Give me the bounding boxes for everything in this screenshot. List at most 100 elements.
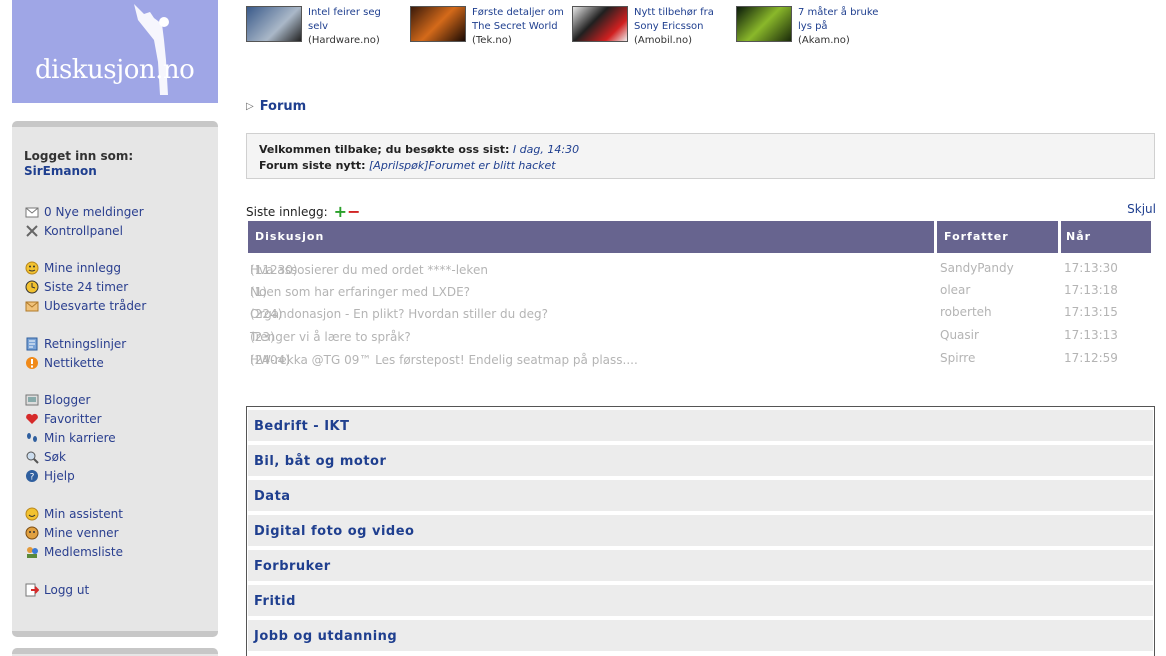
- nav-netiquette[interactable]: Nettikette: [24, 354, 104, 372]
- category-item[interactable]: Fritid: [248, 585, 1153, 617]
- collapse-minus-icon[interactable]: −: [347, 202, 360, 221]
- category-item[interactable]: Digital foto og video: [248, 515, 1153, 547]
- nav-label: Ubesvarte tråder: [44, 299, 147, 313]
- forum-news-link[interactable]: [Aprilspøk]Forumet er blitt hacket: [369, 159, 556, 172]
- news-title[interactable]: Første detaljer om The Secret World: [472, 7, 564, 32]
- category-item[interactable]: Data: [248, 480, 1153, 512]
- nav-label: Logg ut: [44, 583, 90, 597]
- table-row[interactable]: Noen som har erfaringer med LXDE? (1) ol…: [248, 281, 1151, 299]
- nav-control-panel[interactable]: Kontrollpanel: [24, 222, 123, 240]
- nav-logout[interactable]: Logg ut: [24, 581, 89, 599]
- blog-icon: [24, 392, 40, 408]
- latest-table-header: Diskusjon Forfatter Når: [248, 221, 1151, 253]
- mail-icon: [24, 204, 40, 220]
- nav-label: 0 Nye meldinger: [44, 205, 144, 219]
- column-header-when: Når: [1066, 230, 1092, 243]
- nav-label: Min karriere: [44, 431, 116, 445]
- thread-time: 17:13:13: [1064, 328, 1118, 342]
- nav-label: Mine venner: [44, 526, 119, 540]
- nav-help[interactable]: ? Hjelp: [24, 467, 75, 485]
- nav-search[interactable]: Søk: [24, 448, 66, 466]
- table-row[interactable]: HW-rekka @TG 09™ Les førstepost! Endelig…: [248, 349, 1151, 367]
- nav-favorites[interactable]: Favoritter: [24, 410, 102, 428]
- table-row[interactable]: Organdonasjon - En plikt? Hvordan stille…: [248, 303, 1151, 321]
- nav-label: Min assistent: [44, 507, 123, 521]
- column-divider: [934, 221, 937, 253]
- nav-blogs[interactable]: Blogger: [24, 391, 90, 409]
- column-header-discussion: Diskusjon: [255, 230, 325, 243]
- thread-author[interactable]: SandyPandy: [940, 261, 1014, 275]
- category-item[interactable]: Jobb og utdanning: [248, 620, 1153, 652]
- table-row[interactable]: Trenger vi å lære to språk? (23) Quasir …: [248, 326, 1151, 344]
- envelope-icon: [24, 298, 40, 314]
- thread-author[interactable]: Quasir: [940, 328, 979, 342]
- news-source: (Hardware.no): [308, 35, 380, 46]
- nav-label: Mine innlegg: [44, 261, 121, 275]
- logo-text: diskusjon.no: [35, 55, 195, 85]
- thread-author[interactable]: olear: [940, 283, 970, 297]
- column-divider: [1058, 221, 1061, 253]
- heart-icon: [24, 411, 40, 427]
- news-source: (Amobil.no): [634, 35, 693, 46]
- breadcrumb[interactable]: ▷ Forum: [246, 99, 306, 114]
- welcome-label: Velkommen tilbake; du besøkte oss sist:: [259, 143, 510, 156]
- nav-unanswered[interactable]: Ubesvarte tråder: [24, 297, 146, 315]
- reply-count: (23): [250, 330, 275, 344]
- nav-assistant[interactable]: Min assistent: [24, 505, 123, 523]
- table-row[interactable]: Hva assosierer du med ordet ****-leken (…: [248, 259, 1151, 277]
- nav-label: Hjelp: [44, 469, 75, 483]
- nav-label: Siste 24 timer: [44, 280, 129, 294]
- nav-last-24h[interactable]: Siste 24 timer: [24, 278, 128, 296]
- nav-my-posts[interactable]: Mine innlegg: [24, 259, 121, 277]
- sidebar-panel-secondary: [12, 648, 218, 656]
- rules-icon: [24, 336, 40, 352]
- category-item[interactable]: Forbruker: [248, 550, 1153, 582]
- sidebar-panel: Logget inn som: SirEmanon 0 Nye meldinge…: [12, 121, 218, 637]
- nav-label: Favoritter: [44, 412, 102, 426]
- magnifier-icon: [24, 449, 40, 465]
- news-thumbnail[interactable]: [572, 6, 628, 42]
- nav-friends[interactable]: Mine venner: [24, 524, 119, 542]
- login-username[interactable]: SirEmanon: [24, 164, 97, 178]
- news-title[interactable]: 7 måter å bruke lys på: [798, 7, 878, 32]
- logout-icon: [24, 582, 40, 598]
- hide-link[interactable]: Skjul: [1127, 202, 1156, 216]
- reply-count: (1): [250, 285, 267, 299]
- news-source: (Akam.no): [798, 35, 850, 46]
- last-visit-time: I dag, 14:30: [512, 143, 580, 156]
- nav-career[interactable]: Min karriere: [24, 429, 116, 447]
- news-title[interactable]: Intel feirer seg selv: [308, 7, 381, 32]
- latest-posts-label: Siste innlegg:: [246, 204, 328, 219]
- svg-text:?: ?: [30, 473, 35, 483]
- site-logo[interactable]: diskusjon.no: [12, 0, 218, 103]
- login-label: Logget inn som:: [24, 149, 134, 163]
- expand-plus-icon[interactable]: +: [334, 202, 347, 221]
- thread-title[interactable]: Noen som har erfaringer med LXDE?: [250, 285, 470, 299]
- triangle-right-icon: ▷: [246, 101, 254, 112]
- nav-rules[interactable]: Retningslinjer: [24, 335, 126, 353]
- breadcrumb-forum[interactable]: Forum: [260, 99, 307, 114]
- tools-icon: [24, 223, 40, 239]
- news-title[interactable]: Nytt tilbehør fra Sony Ericsson: [634, 7, 714, 32]
- thread-title[interactable]: Organdonasjon - En plikt? Hvordan stille…: [250, 307, 548, 321]
- category-item[interactable]: Bedrift - IKT: [248, 410, 1153, 442]
- news-item[interactable]: 7 måter å bruke lys på (Akam.no): [736, 6, 894, 66]
- news-item[interactable]: Intel feirer seg selv (Hardware.no): [246, 6, 404, 66]
- assistant-icon: [24, 506, 40, 522]
- thread-title[interactable]: HW-rekka @TG 09™ Les førstepost! Endelig…: [250, 353, 638, 367]
- news-thumbnail[interactable]: [736, 6, 792, 42]
- reply-count: (2404): [250, 353, 290, 367]
- news-thumbnail[interactable]: [410, 6, 466, 42]
- nav-new-messages[interactable]: 0 Nye meldinger: [24, 203, 144, 221]
- help-icon: ?: [24, 468, 40, 484]
- thread-author[interactable]: roberteh: [940, 305, 992, 319]
- news-item[interactable]: Første detaljer om The Secret World (Tek.…: [410, 6, 568, 66]
- category-item[interactable]: Bil, båt og motor: [248, 445, 1153, 477]
- news-item[interactable]: Nytt tilbehør fra Sony Ericsson (Amobil.n…: [572, 6, 730, 66]
- thread-author[interactable]: Spirre: [940, 351, 975, 365]
- logo-figure-icon: [134, 4, 169, 95]
- thread-time: 17:13:18: [1064, 283, 1118, 297]
- news-thumbnail[interactable]: [246, 6, 302, 42]
- nav-member-list[interactable]: Medlemsliste: [24, 543, 123, 561]
- nav-label: Nettikette: [44, 356, 104, 370]
